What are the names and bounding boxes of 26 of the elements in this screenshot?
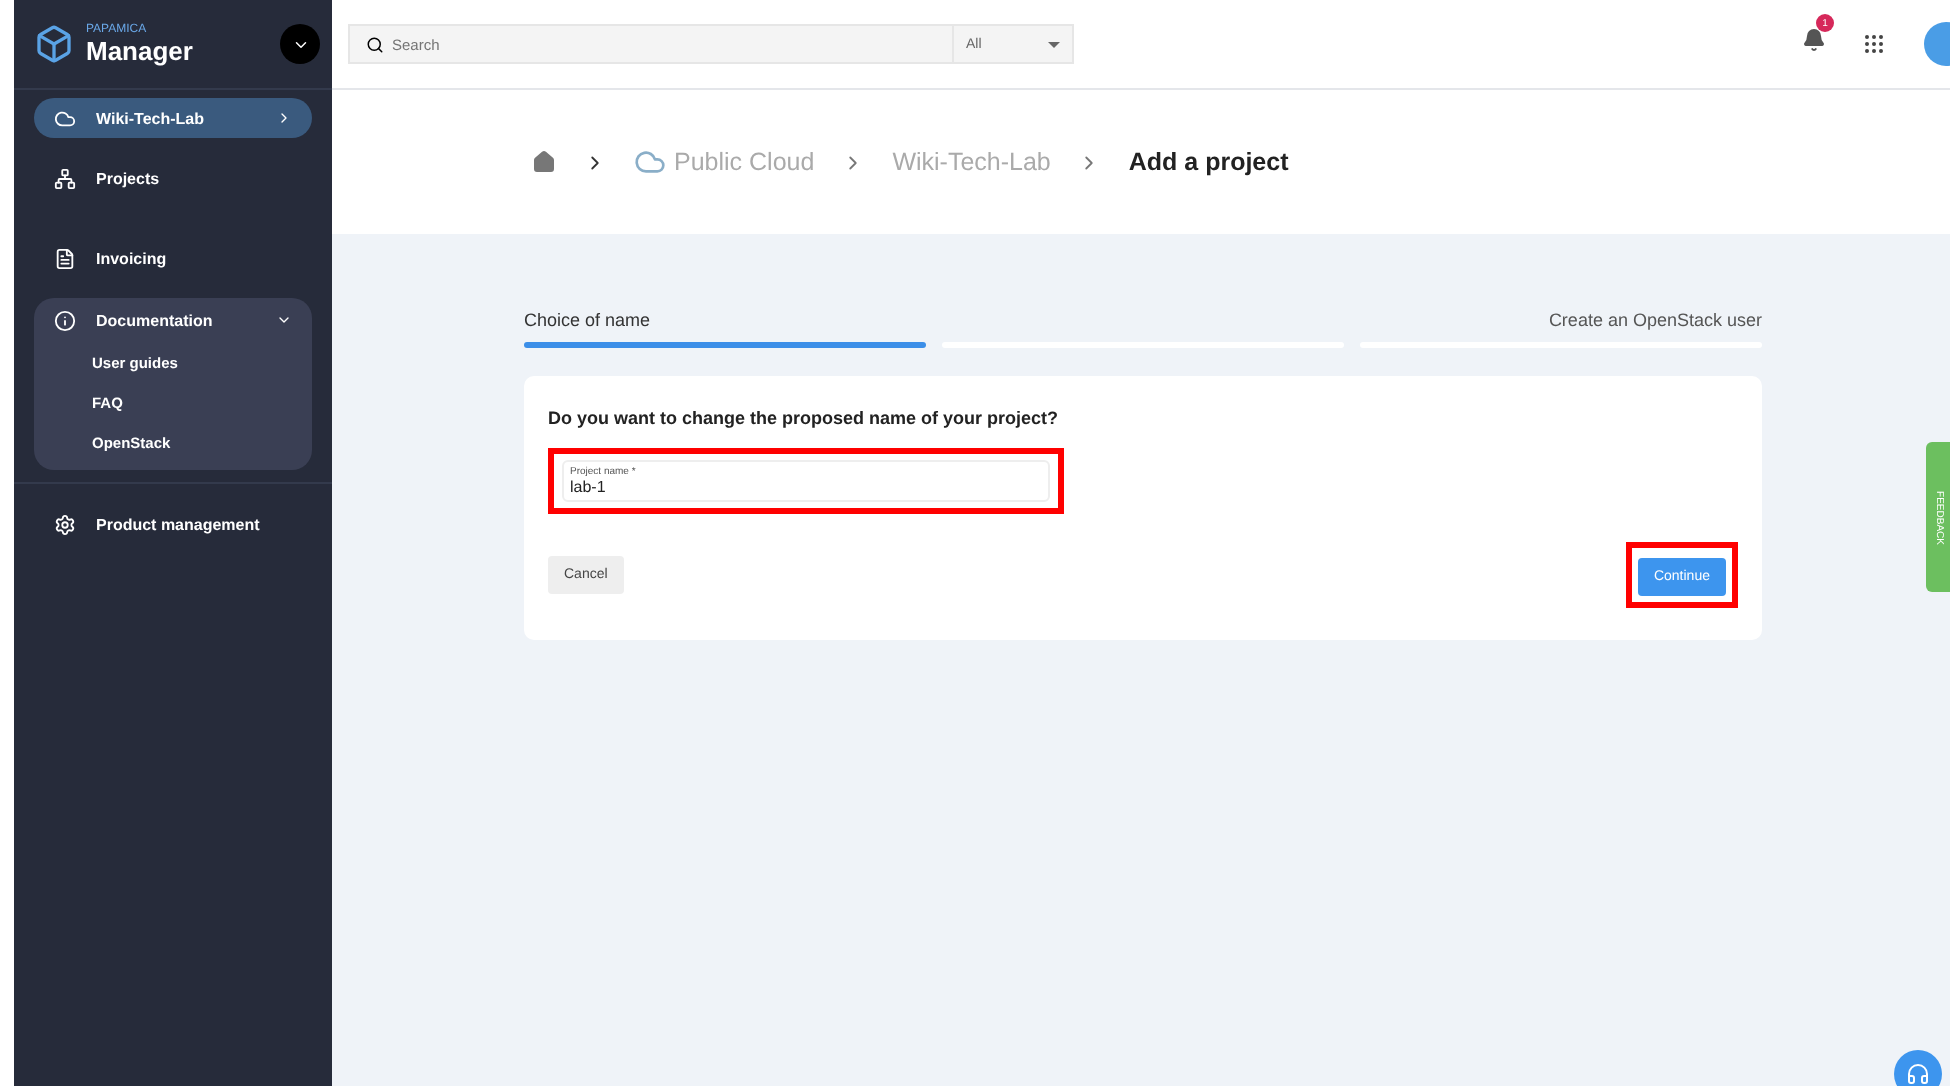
search-icon <box>366 35 384 53</box>
support-button[interactable] <box>1894 1050 1942 1086</box>
step-label: Create an OpenStack user <box>1546 310 1762 332</box>
apps-grid-icon[interactable] <box>1862 32 1886 56</box>
document-icon <box>54 247 76 269</box>
bell-icon[interactable] <box>1802 28 1826 52</box>
sidebar-item[interactable]: Projects <box>34 138 312 218</box>
sidebar-item[interactable]: Wiki-Tech-Lab <box>34 98 312 138</box>
caret-icon <box>1048 41 1060 47</box>
cube-logo-icon <box>34 24 74 64</box>
home-icon[interactable] <box>532 150 556 174</box>
cloud-icon <box>54 107 76 129</box>
form-question: Do you want to change the proposed name of your project? <box>548 408 1061 428</box>
chevron-right-icon <box>276 110 292 126</box>
tree-icon <box>54 167 76 189</box>
sidebar-item[interactable]: Product management <box>34 484 312 564</box>
page-title: Add a project <box>1128 148 1289 176</box>
sidebar-item[interactable]: Documentation <box>96 311 256 329</box>
cloud-icon <box>634 146 666 178</box>
info-icon <box>54 309 76 331</box>
headset-icon <box>1906 1062 1930 1086</box>
chevron-down-icon[interactable] <box>276 312 292 328</box>
sidebar-item[interactable]: Invoicing <box>34 218 312 298</box>
gear-icon <box>54 513 76 535</box>
app-title: Manager <box>86 35 195 65</box>
step-label: Choice of name <box>524 310 653 332</box>
